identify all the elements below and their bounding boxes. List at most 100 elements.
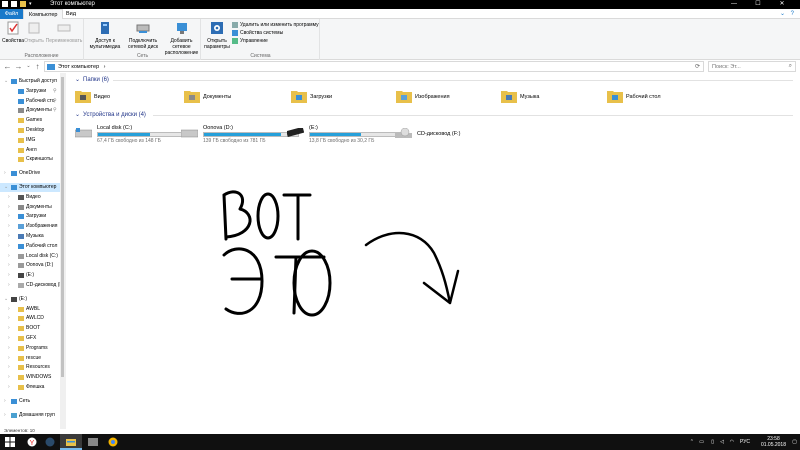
folder-item[interactable]: Изображения [396,87,476,109]
manage-link[interactable]: Управление [232,38,268,44]
drive-item[interactable]: Oonova (D:) 139 ГБ свободно из 781 ГБ [181,125,301,147]
expand-chevron-icon[interactable]: › [4,411,6,420]
gear-icon [211,22,223,34]
expand-chevron-icon[interactable]: › [8,354,10,363]
address-bar[interactable]: Этот компьютер › ⟳ [44,61,704,72]
windows-start-icon[interactable] [5,437,15,447]
expand-chevron-icon[interactable]: › [8,252,10,261]
sidebar-scrollbar-thumb[interactable] [61,77,64,377]
system-properties-link[interactable]: Свойства системы [232,30,283,36]
file-explorer-taskbar-button[interactable] [60,434,82,450]
search-icon[interactable]: ⌕ [789,63,792,70]
new-folder-icon[interactable] [20,1,26,7]
wifi-icon[interactable]: ◠ [730,439,734,445]
folder-item[interactable]: Видео [75,87,155,109]
breadcrumb-this-pc[interactable]: Этот компьютер [58,64,99,70]
properties-icon[interactable] [11,1,17,7]
collapse-chevron-icon[interactable]: ⌄ [75,77,80,83]
folder-icon [184,91,200,103]
expand-chevron-icon[interactable]: › [8,193,10,202]
expand-chevron-icon[interactable]: › [8,222,10,231]
tray-chevron-icon[interactable]: ⌃ [690,439,694,445]
recent-dropdown-icon[interactable]: ⌄ [24,62,33,71]
tab-view[interactable]: Вид [61,9,81,19]
ribbon-group-label: Расположение [24,53,59,59]
notification-icon[interactable]: ▢ [792,439,797,445]
folder-item[interactable]: Рабочий стол [607,87,687,109]
open-settings-button[interactable]: Открыть параметры [204,21,230,50]
pin-icon[interactable]: ⚲ [53,87,57,96]
network-icon[interactable]: ▭ [699,439,704,445]
pin-icon[interactable]: ⚲ [53,106,57,115]
tab-computer[interactable]: Компьютер [23,9,64,19]
expand-chevron-icon[interactable]: › [8,363,10,372]
app-window-icon[interactable] [88,437,98,447]
close-icon[interactable]: ✕ [770,0,794,9]
rename-button[interactable]: Переименовать [45,21,83,44]
sidebar-scrollbar[interactable] [60,73,65,429]
sidebar-item-label: Документы [26,107,52,114]
drive-name: (E:) [309,125,318,131]
folder-item[interactable]: Музыка [501,87,581,109]
uninstall-program-link[interactable]: Удалить или изменить программу [232,22,319,28]
arrow-drawing [364,231,460,305]
help-icon[interactable]: ? [791,11,794,17]
expand-chevron-icon[interactable]: › [8,373,10,382]
yandex-browser-icon[interactable]: Y [27,437,37,447]
expand-chevron-icon[interactable]: › [8,203,10,212]
expand-chevron-icon[interactable]: › [8,271,10,280]
expand-chevron-icon[interactable]: › [8,334,10,343]
expand-chevron-icon[interactable]: › [4,397,6,406]
volume-icon[interactable]: ◁ [720,439,724,445]
properties-button[interactable]: Свойства [2,21,24,44]
collapse-ribbon-icon[interactable]: ⌄ [780,11,785,17]
expand-chevron-icon[interactable]: › [8,242,10,251]
drive-item[interactable]: CD-дисковод (F:) [395,125,515,147]
up-icon[interactable]: ↑ [33,62,42,71]
folder-item[interactable]: Документы [184,87,264,109]
add-network-location-button[interactable]: Добавить сетевое расположение [163,21,200,56]
chrome-icon[interactable] [108,437,118,447]
refresh-icon[interactable]: ⟳ [695,63,700,70]
expand-chevron-icon[interactable]: › [8,281,10,290]
expand-chevron-icon[interactable]: › [8,383,10,392]
forward-icon[interactable]: → [14,62,23,71]
expand-chevron-icon[interactable]: ⌄ [4,295,8,304]
drive-item[interactable]: Local disk (C:) 67,4 ГБ свободно из 148 Г… [75,125,195,147]
expand-chevron-icon[interactable]: › [8,261,10,270]
drives-section-header[interactable]: ⌄ Устройства и диски (4) [75,111,146,118]
drive-name: CD-дисковод (F:) [417,131,461,137]
minimize-icon[interactable]: — [722,0,746,9]
tab-file[interactable]: Файл [0,9,23,19]
back-icon[interactable]: ← [3,62,12,71]
expand-chevron-icon[interactable]: ⌄ [4,77,8,86]
maximize-icon[interactable]: ☐ [746,0,770,9]
expand-chevron-icon[interactable]: › [8,314,10,323]
clock[interactable]: 23:58 01.05.2018 [761,436,786,448]
sidebar-item-label: IMG [26,136,36,143]
collapse-chevron-icon[interactable]: ⌄ [75,112,80,118]
search-input[interactable]: Поиск: Эт... ⌕ [708,61,796,72]
drive-item[interactable]: (E:) 13,8 ГБ свободно из 30,2 ГБ [287,125,407,147]
pin-icon[interactable]: ⚲ [53,97,57,106]
expand-chevron-icon[interactable]: › [8,232,10,241]
battery-icon[interactable]: ▯ [711,439,714,445]
navigation-pane[interactable]: ⌄ Быстрый доступ Загрузки ⚲ Рабочий сто ⚲ Доку… [0,73,66,429]
expand-chevron-icon[interactable]: › [8,305,10,314]
folders-section-header[interactable]: ⌄ Папки (6) [75,76,109,83]
expand-chevron-icon[interactable]: › [8,344,10,353]
expand-chevron-icon[interactable]: › [8,212,10,221]
media-access-button[interactable]: Доступ к мультимедиа [87,21,123,50]
expand-chevron-icon[interactable]: › [8,324,10,333]
map-network-drive-button[interactable]: Подключить сетевой диск [125,21,161,50]
qat-dropdown-icon[interactable]: ▾ [29,1,35,7]
language-indicator[interactable]: РУС [740,439,750,445]
steam-icon[interactable] [45,437,55,447]
breadcrumb-chevron-icon[interactable]: › [104,64,106,70]
expand-chevron-icon[interactable]: › [4,169,6,178]
expand-chevron-icon[interactable]: ⌄ [4,183,8,192]
folder-item[interactable]: Загрузки [291,87,371,109]
open-button[interactable]: Открыть [24,21,44,44]
sidebar-item[interactable]: ⌄ Этот компьютер [0,183,60,192]
folder-icon [75,91,91,103]
